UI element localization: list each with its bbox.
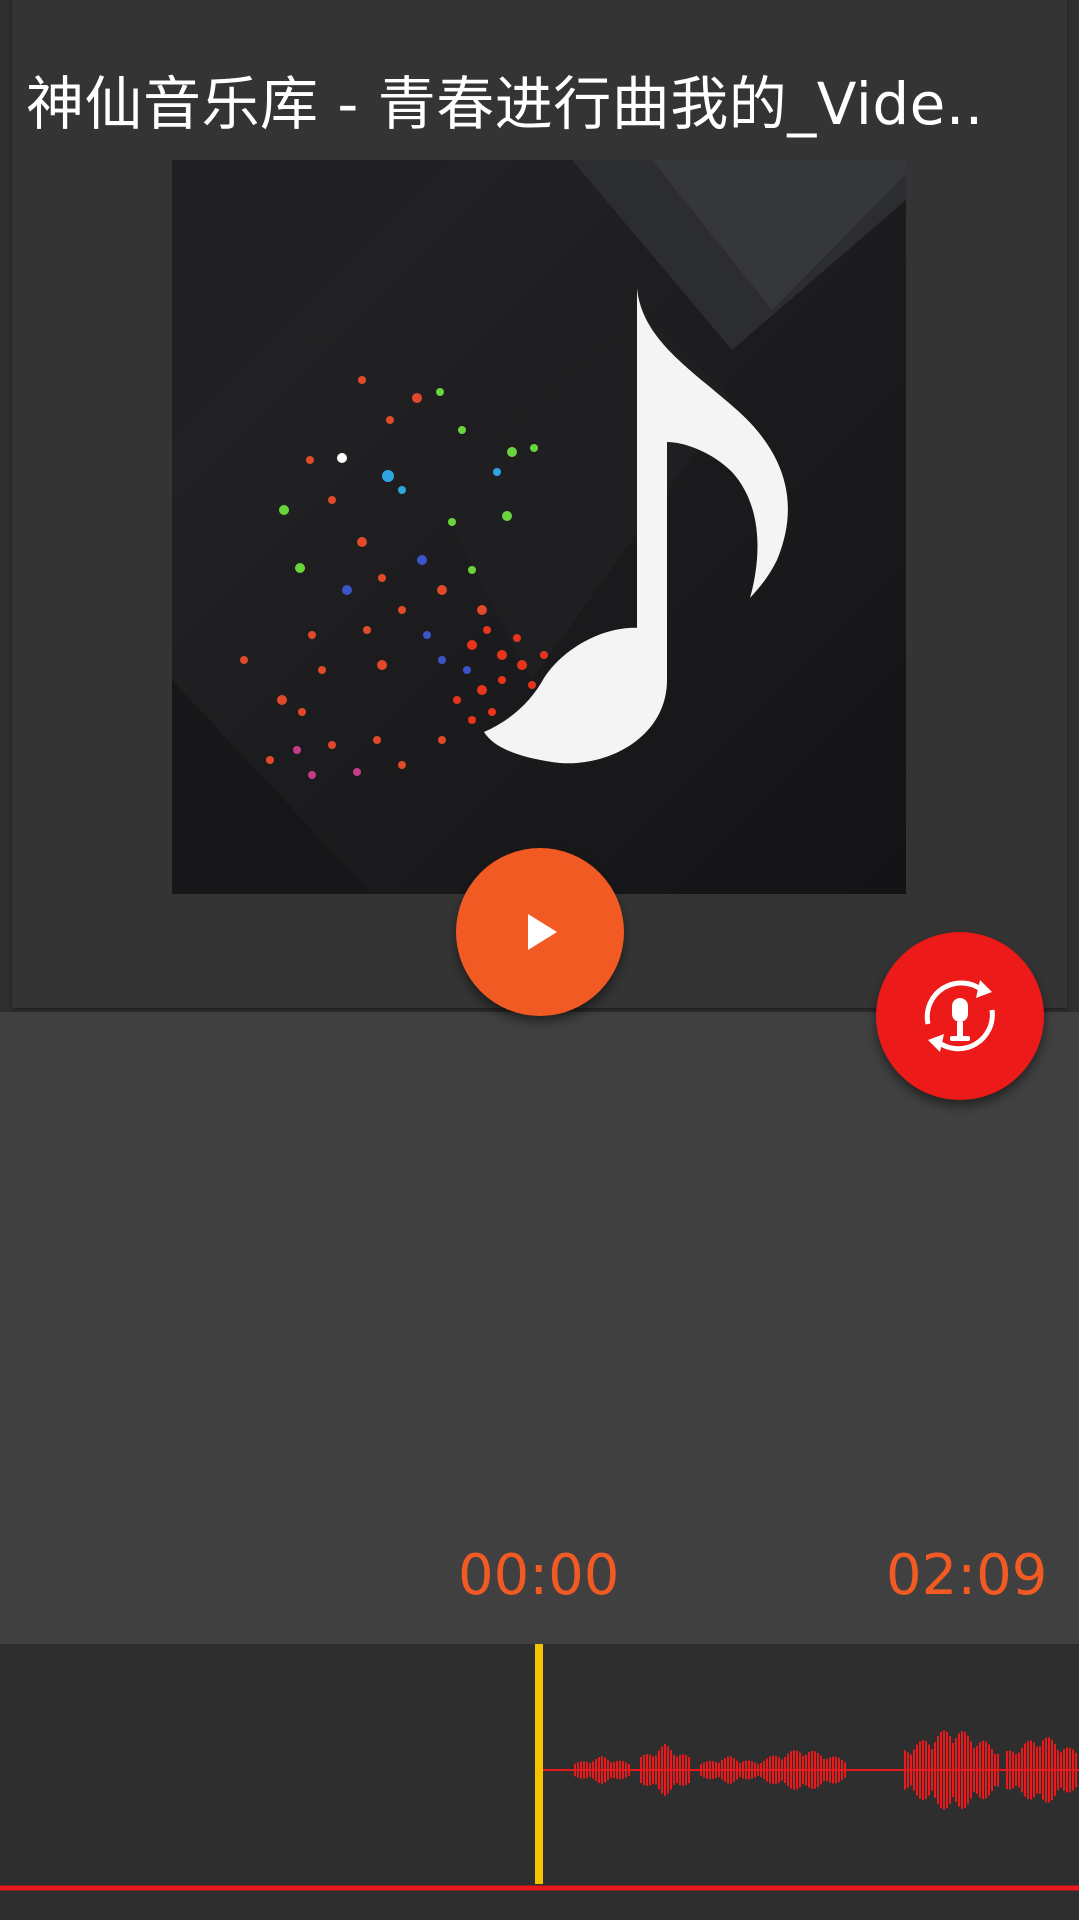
play-button[interactable] [456, 848, 624, 1016]
voice-change-button[interactable] [876, 932, 1044, 1100]
album-art [172, 160, 906, 894]
playhead [535, 1644, 543, 1884]
play-icon [528, 914, 557, 950]
waveform-scrubber[interactable] [0, 1644, 1079, 1920]
total-time: 02:09 [886, 1543, 1048, 1608]
current-time: 00:00 [458, 1543, 620, 1608]
microphone-rotate-icon [924, 980, 995, 1052]
song-title: 神仙音乐库 - 青春进行曲我的_Vide.. [26, 70, 984, 138]
audio-player-screen: 神仙音乐库 - 青春进行曲我的_Vide.. 00:00 02:09 [0, 0, 1079, 1920]
